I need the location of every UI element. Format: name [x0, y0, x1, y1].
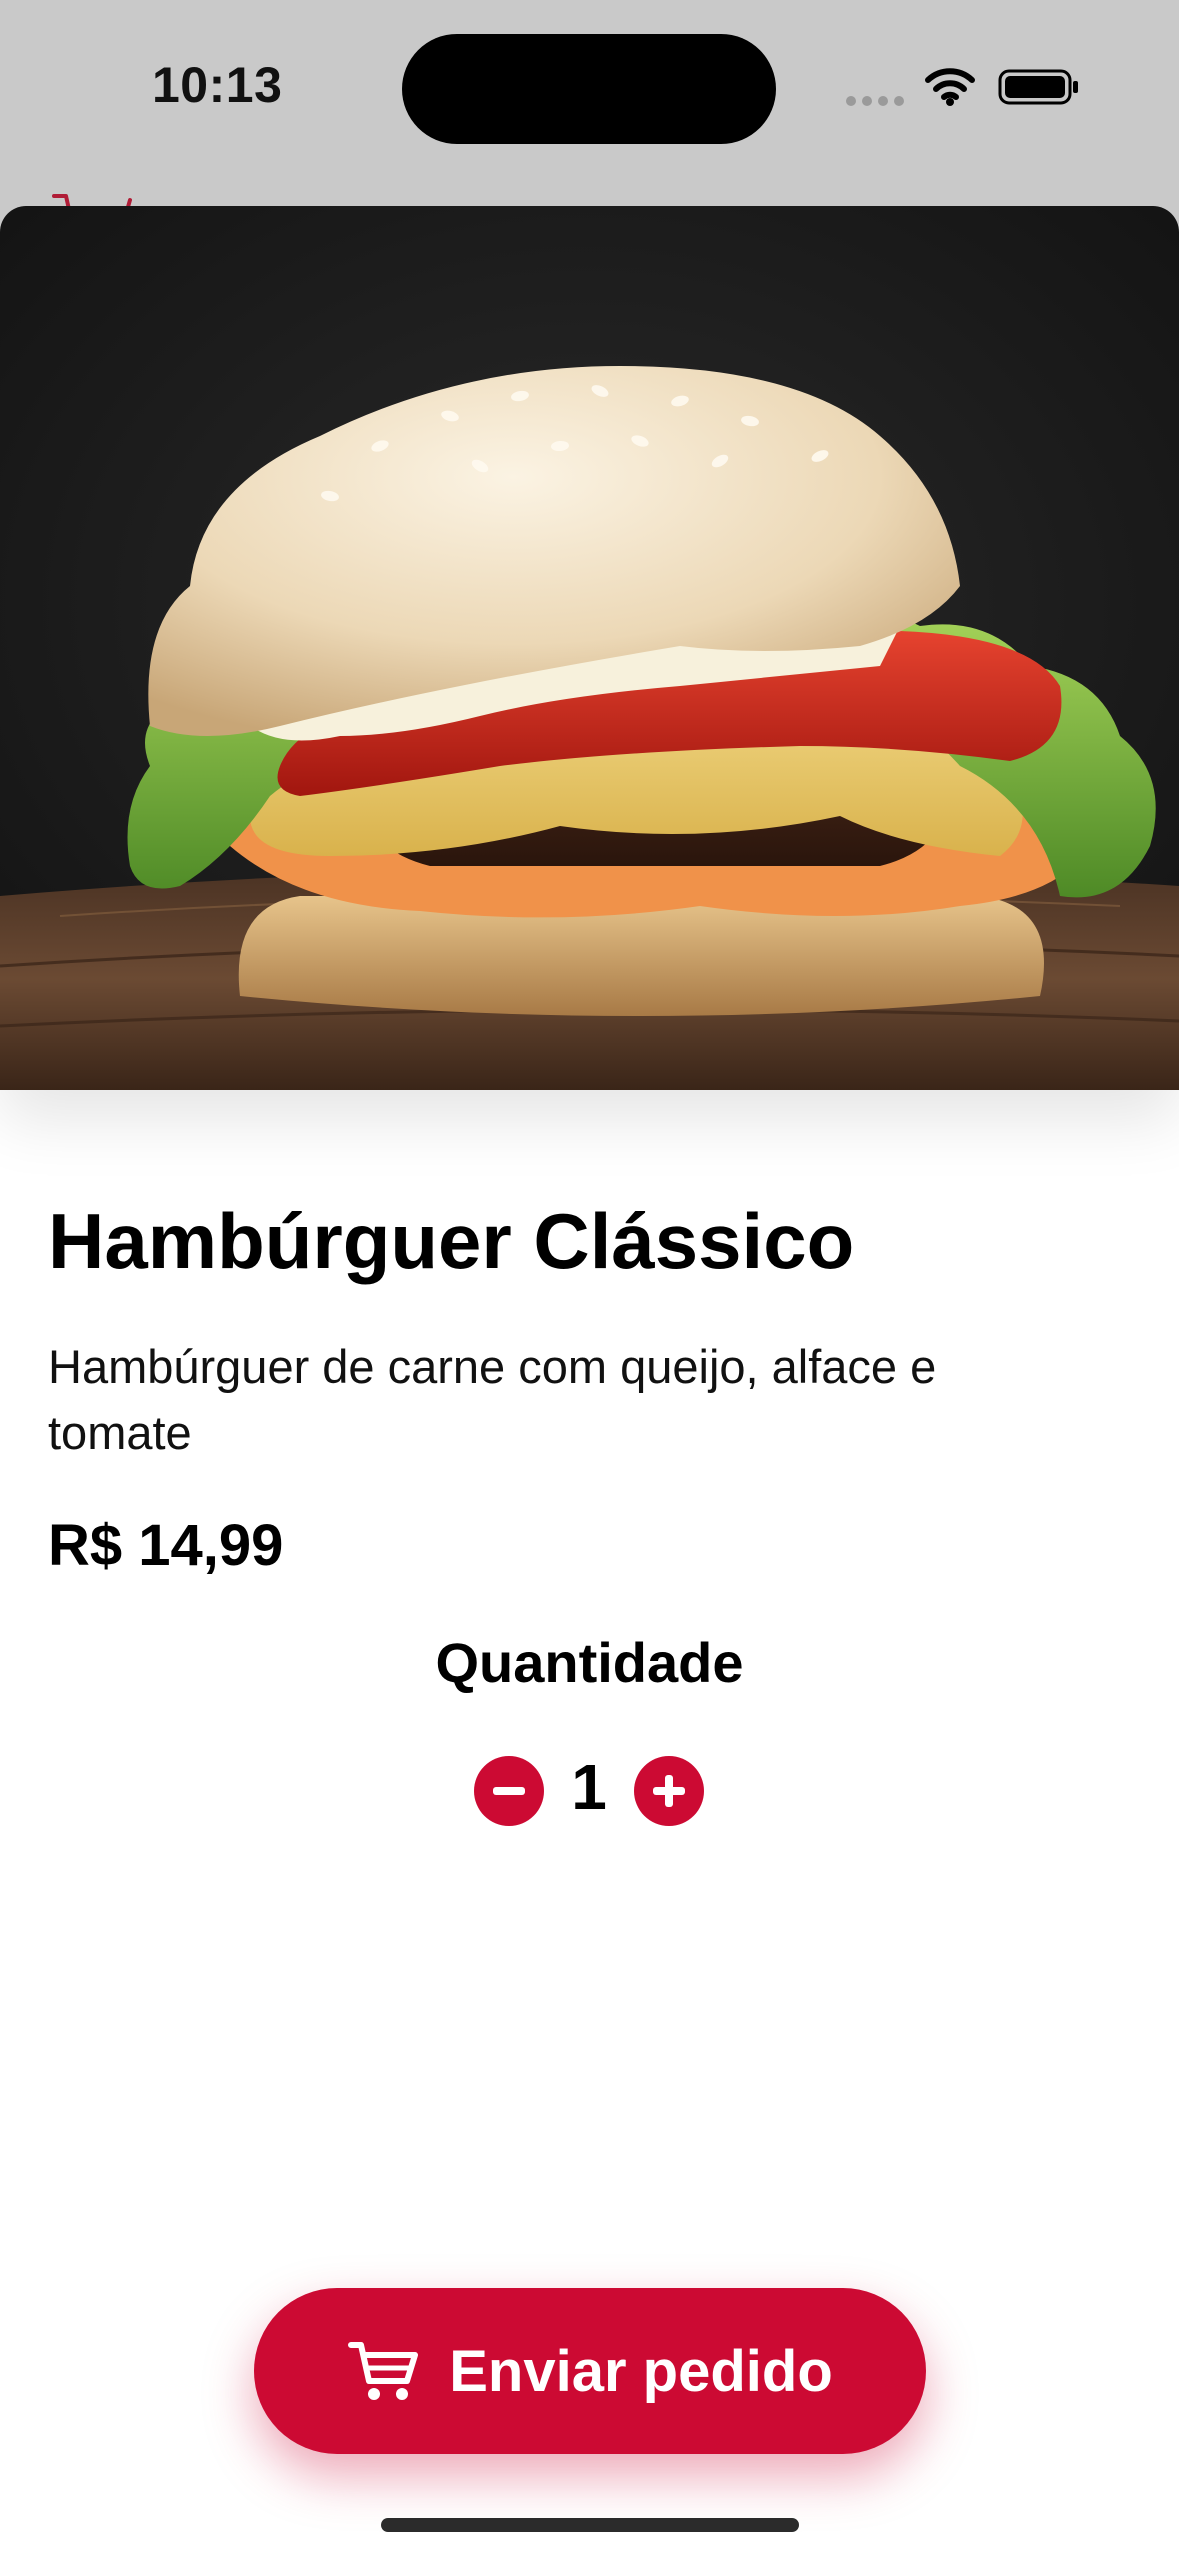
product-image	[0, 206, 1179, 1090]
quantity-label: Quantidade	[435, 1631, 744, 1694]
product-name: Hambúrguer Clássico	[48, 1197, 855, 1285]
decrement-quantity-button[interactable]	[474, 1756, 544, 1826]
home-indicator[interactable]	[381, 2518, 799, 2532]
product-price: R$ 14,99	[48, 1513, 284, 1578]
increment-quantity-button[interactable]	[634, 1756, 704, 1826]
product-detail-sheet: Hambúrguer Clássico Hambúrguer de carne …	[0, 206, 1179, 2556]
plus-circle-icon	[653, 1775, 685, 1807]
minus-circle-icon	[493, 1787, 525, 1795]
wifi-icon	[925, 68, 975, 106]
battery-icon	[998, 69, 1078, 105]
cart-icon	[348, 2342, 419, 2400]
cellular-signal-icon	[846, 96, 904, 106]
submit-order-button[interactable]: Enviar pedido	[254, 2288, 926, 2454]
quantity-value: 1	[571, 1751, 607, 1823]
app-screen: 10:13 Hambúrguer Clássico Hambúrguer de …	[0, 0, 1179, 2556]
product-description: Hambúrguer de carne com queijo, alface e…	[48, 1340, 937, 1459]
dynamic-island	[402, 34, 776, 144]
status-time: 10:13	[152, 57, 283, 113]
submit-order-label: Enviar pedido	[449, 2338, 833, 2404]
